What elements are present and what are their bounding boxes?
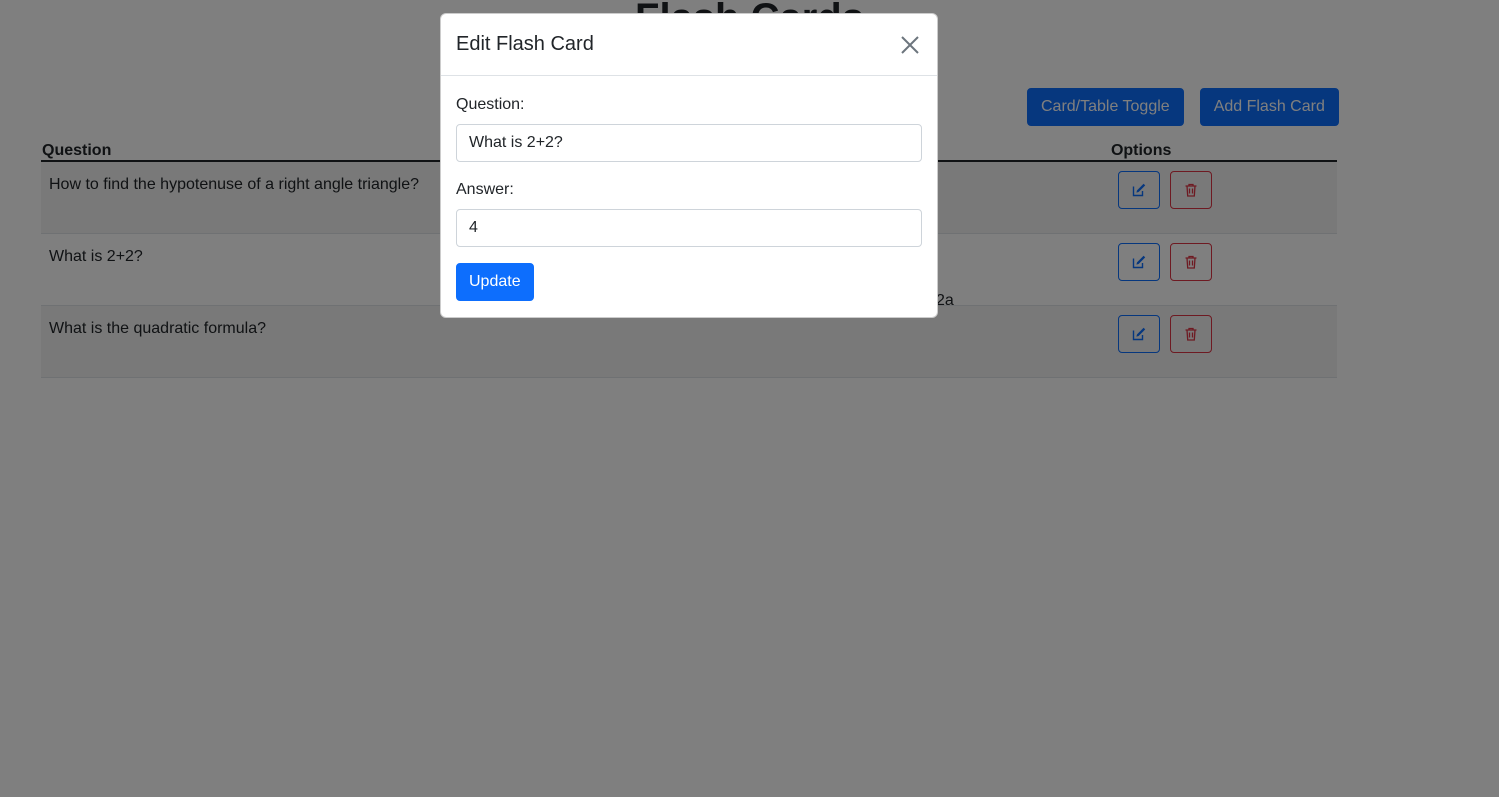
update-button[interactable]: Update [456,263,534,301]
question-label: Question: [456,96,525,113]
question-input[interactable] [456,124,922,162]
edit-flash-card-modal: Edit Flash Card Question: Answer: Update [440,13,938,318]
answer-input[interactable] [456,209,922,247]
answer-label: Answer: [456,181,514,198]
modal-title: Edit Flash Card [456,33,594,55]
modal-body: Question: Answer: Update [441,76,937,301]
close-button[interactable] [898,33,922,57]
close-icon [901,35,919,54]
modal-header: Edit Flash Card [441,14,937,76]
flash-cards-page: Flash Cards Card/Table Toggle Add Flash … [0,0,1499,797]
